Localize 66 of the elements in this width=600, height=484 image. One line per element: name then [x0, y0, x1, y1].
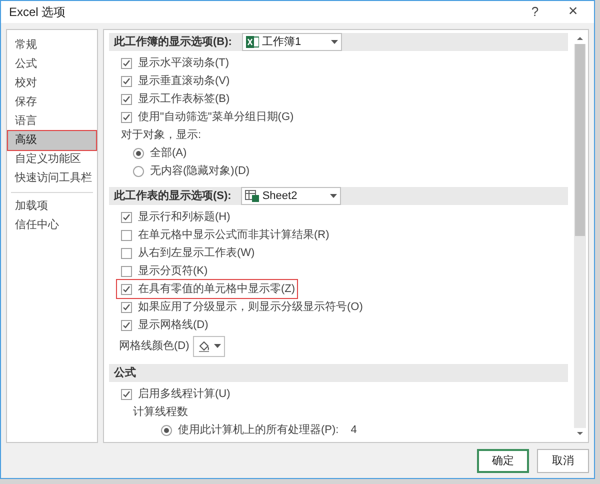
checkbox[interactable]	[121, 320, 132, 330]
option-label: 无内容(隐藏对象)(D)	[150, 164, 250, 179]
radio-button[interactable]	[133, 166, 144, 176]
dropdown-value: Sheet2	[262, 188, 298, 204]
option-label: 如果应用了分级显示，则显示分级显示符号(O)	[138, 300, 363, 315]
checkbox[interactable]	[121, 212, 132, 222]
option-label: 在单元格中显示公式而非其计算结果(R)	[138, 228, 330, 243]
option-label: 启用多线程计算(U)	[138, 386, 230, 402]
option-label: 显示分页符(K)	[138, 264, 208, 279]
section-title: 此工作表的显示选项(S):	[114, 188, 232, 204]
sidebar-item[interactable]: 校对	[8, 74, 96, 93]
processor-count: 4	[350, 422, 357, 438]
option-label: 对于对象，显示:	[121, 128, 202, 143]
scroll-up-icon[interactable]	[574, 32, 586, 44]
scroll-down-icon[interactable]	[574, 428, 586, 440]
option-label: 全部(A)	[150, 146, 187, 161]
option-label: 在具有零值的单元格中显示零(Z)	[138, 282, 296, 297]
sidebar-item[interactable]: 常规	[8, 36, 96, 55]
option-label: 计算线程数	[133, 404, 188, 420]
sidebar-item[interactable]: 加载项	[8, 197, 96, 216]
option-label: 显示网格线(D)	[138, 318, 208, 333]
excel-icon	[246, 36, 259, 48]
paint-bucket-icon	[198, 340, 210, 352]
dropdown[interactable]: 工作簿1	[242, 33, 342, 51]
color-picker-button[interactable]	[193, 336, 226, 356]
option-label: 显示垂直滚动条(V)	[138, 74, 230, 89]
option-label: 显示水平滚动条(T)	[138, 56, 230, 71]
option-label: 使用此计算机上的所有处理器(P):	[178, 422, 339, 438]
option-label: 从右到左显示工作表(W)	[138, 246, 255, 261]
checkbox[interactable]	[121, 284, 132, 294]
checkbox[interactable]	[121, 112, 132, 122]
option-label: 使用"自动筛选"菜单分组日期(G)	[138, 110, 294, 125]
close-button[interactable]: ×	[560, 0, 586, 24]
window-title: Excel 选项	[9, 4, 66, 21]
checkbox[interactable]	[121, 302, 132, 312]
radio-button[interactable]	[133, 148, 144, 158]
sidebar-item[interactable]: 语言	[8, 112, 96, 131]
option-label: 网格线颜色(D)	[119, 338, 190, 354]
dialog-button[interactable]: 取消	[537, 449, 589, 473]
checkbox[interactable]	[121, 248, 132, 258]
sheet-icon	[245, 190, 260, 202]
checkbox[interactable]	[121, 230, 132, 240]
checkbox[interactable]	[121, 94, 132, 104]
checkbox[interactable]	[121, 76, 132, 86]
scroll-thumb[interactable]	[575, 44, 585, 236]
sidebar-item[interactable]: 公式	[8, 55, 96, 74]
sidebar-item[interactable]: 快速访问工具栏	[8, 169, 96, 188]
section-title: 此工作簿的显示选项(B):	[114, 34, 232, 50]
option-label: 显示行和列标题(H)	[138, 210, 230, 225]
section-title: 公式	[114, 366, 136, 381]
caret-icon	[214, 344, 221, 348]
checkbox[interactable]	[121, 388, 132, 400]
option-label: 显示工作表标签(B)	[138, 92, 230, 107]
help-button[interactable]: ?	[522, 2, 548, 22]
radio-button[interactable]	[161, 424, 172, 436]
caret-icon	[330, 40, 338, 44]
sidebar-item[interactable]: 信任中心	[8, 216, 96, 235]
checkbox[interactable]	[121, 266, 132, 276]
sidebar-item[interactable]: 自定义功能区	[8, 150, 96, 169]
caret-icon	[330, 194, 338, 198]
dialog-button[interactable]: 确定	[477, 449, 529, 473]
dropdown[interactable]: Sheet2	[241, 187, 342, 205]
dropdown-value: 工作簿1	[262, 34, 302, 50]
sidebar-item[interactable]: 保存	[8, 93, 96, 112]
sidebar-item[interactable]: 高级	[8, 131, 96, 150]
checkbox[interactable]	[121, 58, 132, 68]
